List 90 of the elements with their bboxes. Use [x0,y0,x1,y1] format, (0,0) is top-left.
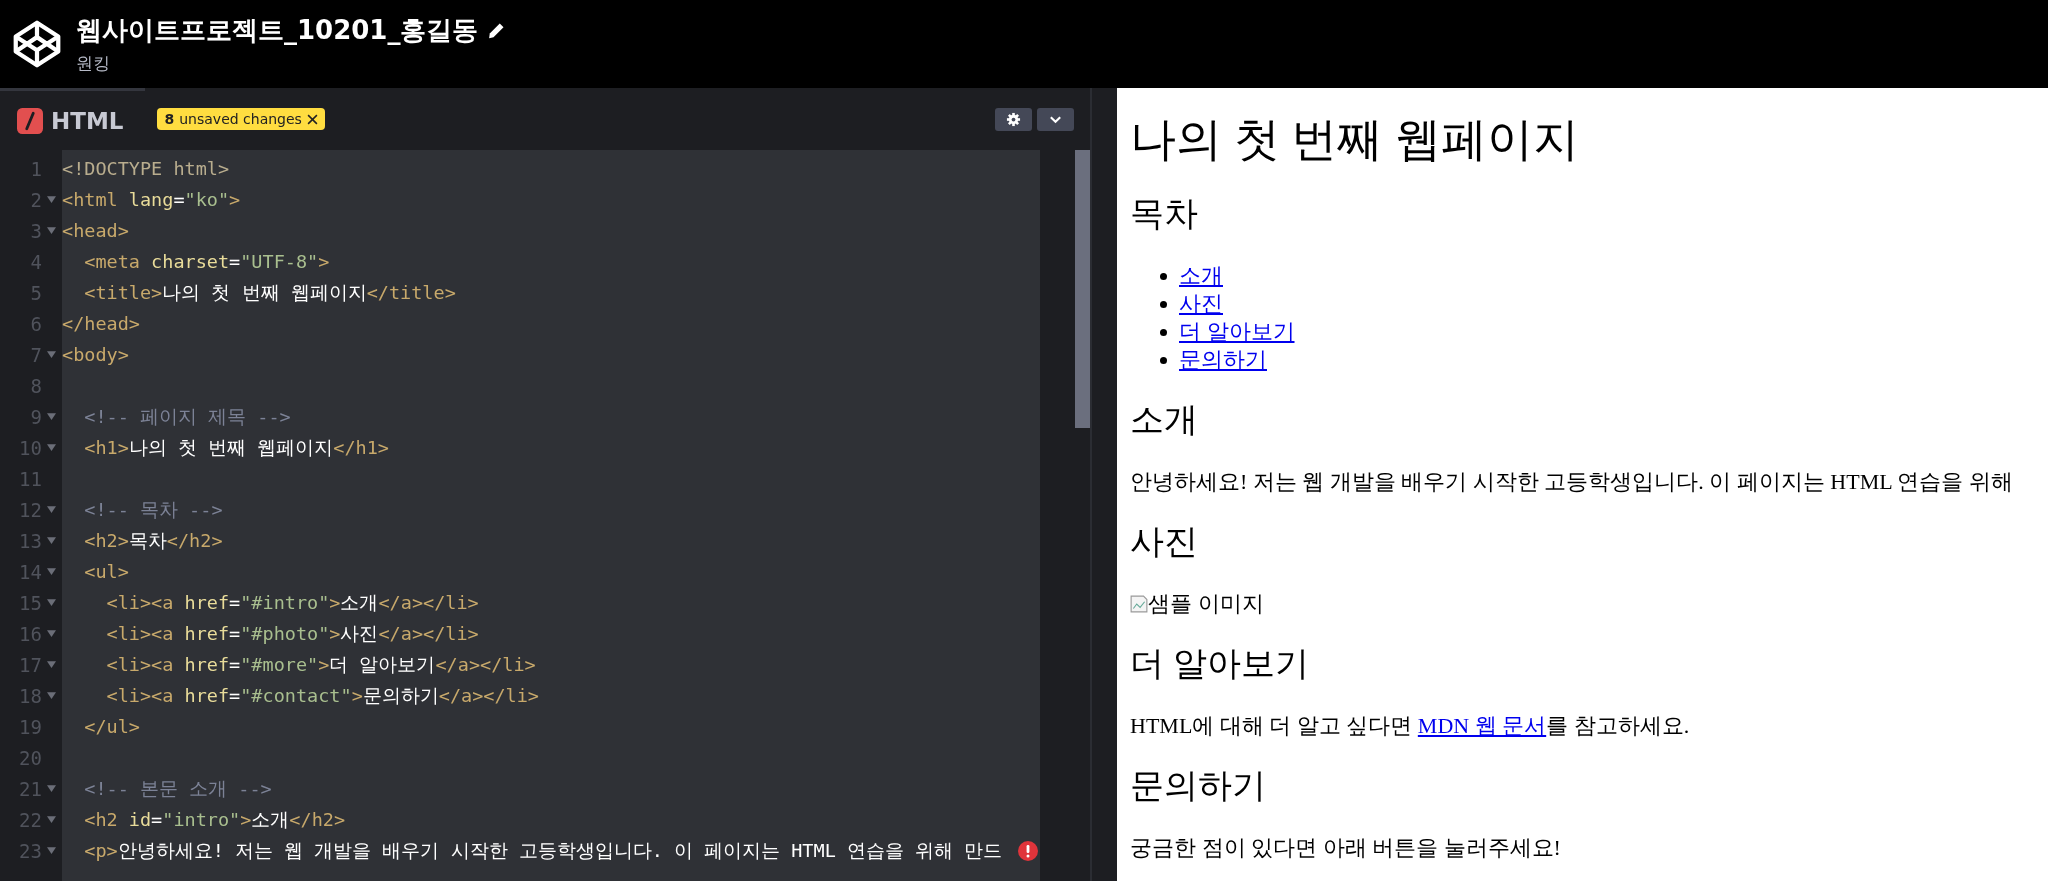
line-number: 18 [19,684,42,707]
toc-link[interactable]: 더 알아보기 [1179,318,1295,346]
section-heading: 더 알아보기 [1130,644,1309,684]
fold-caret-icon[interactable] [47,692,56,699]
code-line: <h2 id="intro">소개</h2> [83,808,346,832]
code-line: <li><a href="#contact">문의하기</a></li> [105,684,539,708]
fold-caret-icon[interactable] [47,444,56,451]
fold-caret-icon[interactable] [47,785,56,792]
fold-caret-icon[interactable] [47,568,56,575]
close-icon[interactable] [306,113,318,125]
code-line: <title>나의 첫 번째 웹페이지</title> [83,281,456,305]
line-number: 20 [19,746,42,769]
line-number: 14 [19,560,42,583]
line-number: 16 [19,622,42,645]
line-number: 17 [19,653,42,676]
code-line: <h2>목차</h2> [83,529,223,553]
toc-link[interactable]: 문의하기 [1179,346,1267,374]
bullet-icon [1160,300,1167,308]
code-line: </head> [62,313,140,334]
code-line: <!-- 본문 소개 --> [83,777,272,801]
line-number: 2 [30,188,42,211]
fold-caret-icon[interactable] [47,816,56,823]
line-number: 7 [30,343,42,366]
gear-icon [1006,111,1021,127]
code-line: <head> [62,220,129,241]
settings-button[interactable] [995,107,1032,131]
fold-caret-icon[interactable] [47,413,56,420]
fold-caret-icon[interactable] [47,227,56,234]
bullet-icon [1160,328,1167,336]
line-number: 12 [19,498,42,521]
page-heading: 나의 첫 번째 웹페이지 [1130,113,1579,167]
line-number: 19 [19,715,42,738]
code-line: <body> [62,344,129,365]
line-number: 4 [30,250,42,273]
code-line: <ul> [83,561,129,582]
section-heading: 소개 [1130,400,1198,440]
bullet-icon [1160,356,1167,364]
unsaved-changes-badge[interactable]: 8 unsaved changes [157,108,325,130]
author-name[interactable]: 원킹 [76,52,507,75]
fold-caret-icon[interactable] [47,537,56,544]
code-area[interactable] [62,150,1040,881]
line-number: 23 [19,839,42,862]
line-number: 9 [30,405,42,428]
scrollbar-thumb[interactable] [1075,150,1090,428]
section-heading: 문의하기 [1130,766,1266,806]
toc-link[interactable]: 사진 [1179,290,1223,318]
section-heading: 목차 [1130,194,1198,234]
paragraph: 궁금한 점이 있다면 아래 버튼을 눌러주세요! [1130,834,1561,862]
collapse-button[interactable] [1037,107,1074,131]
line-number: 15 [19,591,42,614]
image-alt-text: 샘플 이미지 [1148,590,1264,618]
line-number: 21 [19,777,42,800]
toc-link[interactable]: 소개 [1179,262,1223,290]
fold-caret-icon[interactable] [47,847,56,854]
broken-image-icon [1130,595,1148,613]
line-number: 10 [19,436,42,459]
paragraph: 안녕하세요! 저는 웹 개발을 배우기 시작한 고등학생입니다. 이 페이지는 HTML 연습을 위해 [1130,468,2013,496]
code-line: <li><a href="#photo">사진</a></li> [105,622,479,646]
project-title: 웹사이트프로젝트_10201_홍길동 [76,14,479,47]
fold-caret-icon[interactable] [47,630,56,637]
code-line: <h1>나의 첫 번째 웹페이지</h1> [83,436,389,460]
code-line: <!DOCTYPE html> [62,158,230,179]
fold-caret-icon[interactable] [47,506,56,513]
line-number: 6 [30,312,42,335]
line-number: 5 [30,281,42,304]
bullet-icon [1160,272,1167,280]
fold-caret-icon[interactable] [47,661,56,668]
line-number: 22 [19,808,42,831]
error-icon[interactable] [1018,840,1038,861]
section-heading: 사진 [1130,522,1198,562]
paragraph: HTML에 대해 더 알고 싶다면 MDN 웹 문서를 참고하세요. [1130,712,1690,740]
fold-caret-icon[interactable] [47,196,56,203]
code-line: <li><a href="#intro">소개</a></li> [105,591,479,615]
cube-logo-icon[interactable] [12,19,62,69]
line-number: 3 [30,219,42,242]
code-line: <!-- 페이지 제목 --> [83,405,291,429]
code-line: <p>안녕하세요! 저는 웹 개발을 배우기 시작한 고등학생입니다. 이 페이지는 HTML 연습을 위해 만드 [83,839,1003,863]
code-line: <li><a href="#more">더 알아보기</a></li> [105,653,536,677]
fold-caret-icon[interactable] [47,351,56,358]
code-line: <html lang="ko"> [62,189,241,210]
code-line: </ul> [83,716,140,737]
line-number: 8 [30,374,42,397]
code-line: <!-- 목차 --> [83,498,223,522]
line-number: 1 [30,157,42,180]
line-number: 11 [19,467,42,490]
slash-icon [17,107,43,134]
code-line: <meta charset="UTF-8"> [83,251,330,272]
docs-link[interactable]: MDN 웹 문서 [1417,713,1547,738]
line-number: 13 [19,529,42,552]
fold-caret-icon[interactable] [47,599,56,606]
